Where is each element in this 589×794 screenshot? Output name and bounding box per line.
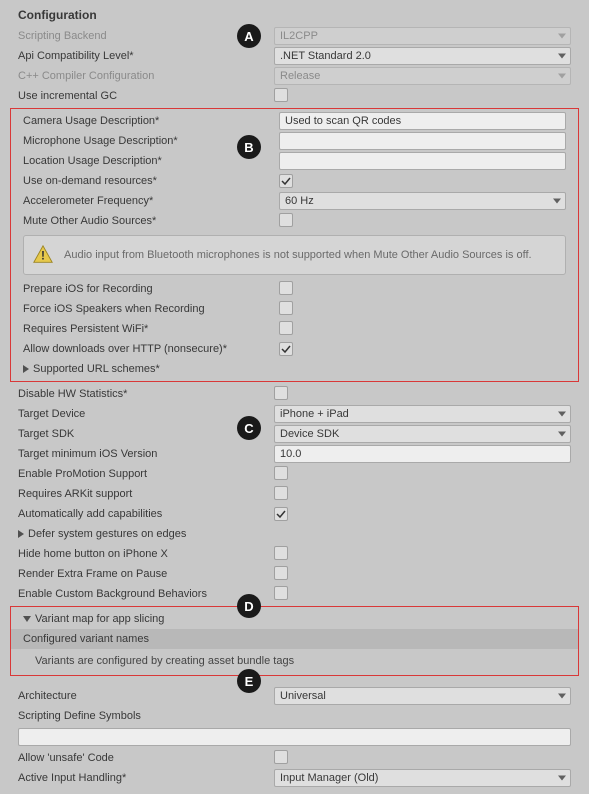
disable-hw-label: Disable HW Statistics*: [18, 388, 274, 400]
variant-map-label: Variant map for app slicing: [35, 613, 164, 625]
svg-text:!: !: [41, 249, 45, 263]
chevron-down-icon: [558, 54, 566, 59]
supported-url-label: Supported URL schemes*: [33, 363, 160, 375]
target-device-dropdown[interactable]: iPhone + iPad: [274, 405, 571, 423]
active-input-label: Active Input Handling*: [18, 772, 274, 784]
audio-info-text: Audio input from Bluetooth microphones i…: [64, 249, 532, 261]
group-b-highlight: Camera Usage Description* Used to scan Q…: [10, 108, 579, 382]
mute-other-label: Mute Other Audio Sources*: [23, 215, 279, 227]
custom-bg-label: Enable Custom Background Behaviors: [18, 588, 274, 600]
mute-other-checkbox[interactable]: [279, 213, 293, 227]
defer-gestures-label: Defer system gestures on edges: [28, 528, 186, 540]
badge-e: E: [237, 669, 261, 693]
arkit-label: Requires ARKit support: [18, 488, 274, 500]
target-min-ios-input[interactable]: 10.0: [274, 445, 571, 463]
chevron-down-icon: [558, 694, 566, 699]
triangle-right-icon: [23, 365, 29, 373]
allow-http-checkbox[interactable]: [279, 342, 293, 356]
camera-usage-label: Camera Usage Description*: [23, 115, 279, 127]
chevron-down-icon: [558, 432, 566, 437]
active-input-dropdown[interactable]: Input Manager (Old): [274, 769, 571, 787]
persistent-wifi-checkbox[interactable]: [279, 321, 293, 335]
configured-variants-header: Configured variant names: [11, 629, 578, 649]
supported-url-foldout[interactable]: Supported URL schemes*: [11, 359, 578, 379]
custom-bg-checkbox[interactable]: [274, 586, 288, 600]
triangle-down-icon: [23, 616, 31, 622]
configuration-panel: A B C D E Configuration Scripting Backen…: [4, 4, 585, 790]
ondemand-label: Use on-demand resources*: [23, 175, 279, 187]
incremental-gc-checkbox[interactable]: [274, 88, 288, 102]
render-extra-checkbox[interactable]: [274, 566, 288, 580]
badge-d: D: [237, 594, 261, 618]
triangle-right-icon: [18, 530, 24, 538]
cpp-compiler-label: C++ Compiler Configuration: [18, 70, 274, 82]
persistent-wifi-label: Requires Persistent WiFi*: [23, 323, 279, 335]
target-min-ios-label: Target minimum iOS Version: [18, 448, 274, 460]
disable-hw-checkbox[interactable]: [274, 386, 288, 400]
cpp-compiler-dropdown: Release: [274, 67, 571, 85]
allow-unsafe-label: Allow 'unsafe' Code: [18, 752, 274, 764]
chevron-down-icon: [553, 199, 561, 204]
allow-http-label: Allow downloads over HTTP (nonsecure)*: [23, 343, 279, 355]
loc-usage-label: Location Usage Description*: [23, 155, 279, 167]
force-speakers-checkbox[interactable]: [279, 301, 293, 315]
api-compat-label: Api Compatibility Level*: [18, 50, 274, 62]
target-sdk-dropdown[interactable]: Device SDK: [274, 425, 571, 443]
scripting-backend-label: Scripting Backend: [18, 30, 274, 42]
badge-b: B: [237, 135, 261, 159]
scripting-define-label: Scripting Define Symbols: [18, 710, 274, 722]
hide-home-checkbox[interactable]: [274, 546, 288, 560]
chevron-down-icon: [558, 412, 566, 417]
force-speakers-label: Force iOS Speakers when Recording: [23, 303, 279, 315]
badge-a: A: [237, 24, 261, 48]
target-device-label: Target Device: [18, 408, 274, 420]
render-extra-label: Render Extra Frame on Pause: [18, 568, 274, 580]
chevron-down-icon: [558, 34, 566, 39]
architecture-dropdown[interactable]: Universal: [274, 687, 571, 705]
incremental-gc-label: Use incremental GC: [18, 90, 274, 102]
accel-freq-dropdown[interactable]: 60 Hz: [279, 192, 566, 210]
section-heading: Configuration: [6, 6, 583, 26]
ondemand-checkbox[interactable]: [279, 174, 293, 188]
auto-caps-label: Automatically add capabilities: [18, 508, 274, 520]
mic-usage-input[interactable]: [279, 132, 566, 150]
variants-note: Variants are configured by creating asse…: [11, 649, 578, 673]
variant-map-foldout[interactable]: Variant map for app slicing: [11, 609, 578, 629]
warning-icon: !: [32, 244, 54, 266]
audio-info-box: ! Audio input from Bluetooth microphones…: [23, 235, 566, 275]
chevron-down-icon: [558, 776, 566, 781]
arkit-checkbox[interactable]: [274, 486, 288, 500]
auto-caps-checkbox[interactable]: [274, 507, 288, 521]
target-sdk-label: Target SDK: [18, 428, 274, 440]
group-d-highlight: Variant map for app slicing Configured v…: [10, 606, 579, 676]
loc-usage-input[interactable]: [279, 152, 566, 170]
allow-unsafe-checkbox[interactable]: [274, 750, 288, 764]
prepare-ios-checkbox[interactable]: [279, 281, 293, 295]
architecture-label: Architecture: [18, 690, 274, 702]
scripting-define-input[interactable]: [18, 728, 571, 746]
prepare-ios-label: Prepare iOS for Recording: [23, 283, 279, 295]
chevron-down-icon: [558, 74, 566, 79]
promotion-label: Enable ProMotion Support: [18, 468, 274, 480]
camera-usage-input[interactable]: Used to scan QR codes: [279, 112, 566, 130]
api-compat-dropdown[interactable]: .NET Standard 2.0: [274, 47, 571, 65]
scripting-backend-dropdown: IL2CPP: [274, 27, 571, 45]
hide-home-label: Hide home button on iPhone X: [18, 548, 274, 560]
defer-gestures-foldout[interactable]: Defer system gestures on edges: [6, 524, 583, 544]
badge-c: C: [237, 416, 261, 440]
promotion-checkbox[interactable]: [274, 466, 288, 480]
accel-freq-label: Accelerometer Frequency*: [23, 195, 279, 207]
